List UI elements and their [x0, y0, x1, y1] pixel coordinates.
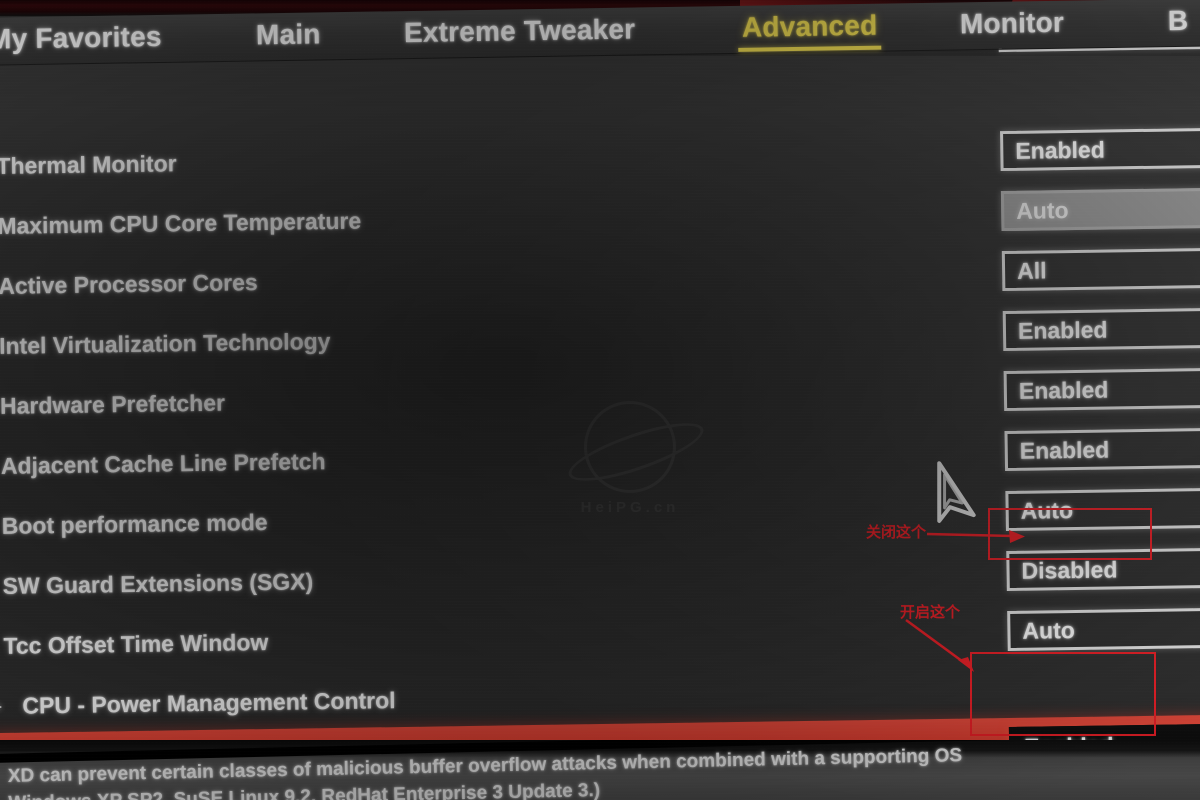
submenu-arrow-icon: ▶	[0, 697, 3, 716]
setting-value-text: Enabled	[1018, 375, 1109, 404]
setting-value-text: Enabled	[1017, 315, 1108, 344]
nav-tab-main[interactable]: Main	[256, 18, 321, 53]
setting-label: Thermal Monitor	[0, 149, 177, 179]
setting-value-text: Auto	[1016, 196, 1069, 224]
setting-value-text: Disabled	[1021, 555, 1118, 584]
setting-label: Intel Virtualization Technology	[0, 327, 331, 359]
mouse-cursor	[918, 458, 992, 537]
setting-label: Tcc Offset Time Window	[3, 628, 269, 659]
setting-value-box[interactable]: Auto	[1005, 487, 1200, 532]
setting-value-text: All	[1016, 256, 1047, 284]
settings-panel: HeiPG.cn ⌄ Thermal MonitorEnabledMaximum…	[0, 19, 1200, 792]
nav-tab-b[interactable]: B	[1168, 5, 1189, 39]
setting-value-box[interactable]: Enabled	[1004, 427, 1200, 472]
setting-label: SW Guard Extensions (SGX)	[2, 567, 314, 599]
setting-value-box[interactable]: Auto	[1007, 607, 1200, 652]
setting-value-text: Enabled	[1019, 435, 1110, 464]
setting-label: Hardware Prefetcher	[0, 389, 226, 419]
setting-label: Active Processor Cores	[0, 268, 258, 299]
setting-value-box[interactable]: Disabled	[1006, 547, 1200, 592]
setting-label: Adjacent Cache Line Prefetch	[0, 447, 326, 479]
nav-tab-extreme-tweaker[interactable]: Extreme Tweaker	[404, 13, 636, 51]
setting-value-box[interactable]: Enabled	[1002, 307, 1200, 352]
help-bar: XD can prevent certain classes of malici…	[0, 740, 1200, 800]
setting-value-text: Enabled	[1015, 136, 1105, 164]
setting-value-box[interactable]: Enabled	[1003, 367, 1200, 412]
setting-value-text: Auto	[1020, 496, 1074, 524]
setting-value-box[interactable]: All	[1001, 247, 1200, 292]
settings-list: ⌄ Thermal MonitorEnabledMaximum CPU Core…	[0, 19, 1200, 792]
nav-tab-advanced[interactable]: Advanced	[742, 10, 878, 46]
nav-tab-monitor[interactable]: Monitor	[960, 7, 1065, 43]
nav-tab-my-favorites[interactable]: My Favorites	[0, 21, 162, 58]
setting-label: CPU - Power Management Control	[22, 686, 396, 719]
bios-screen: My Favorites Main Extreme Tweaker Advanced M…	[0, 0, 1200, 800]
setting-value-box[interactable]: Auto	[1000, 187, 1200, 232]
setting-value-text: Auto	[1022, 616, 1075, 644]
setting-label: Maximum CPU Core Temperature	[0, 207, 362, 239]
setting-label: Boot performance mode	[1, 508, 268, 539]
setting-value-box[interactable]: Enabled	[1000, 127, 1200, 172]
